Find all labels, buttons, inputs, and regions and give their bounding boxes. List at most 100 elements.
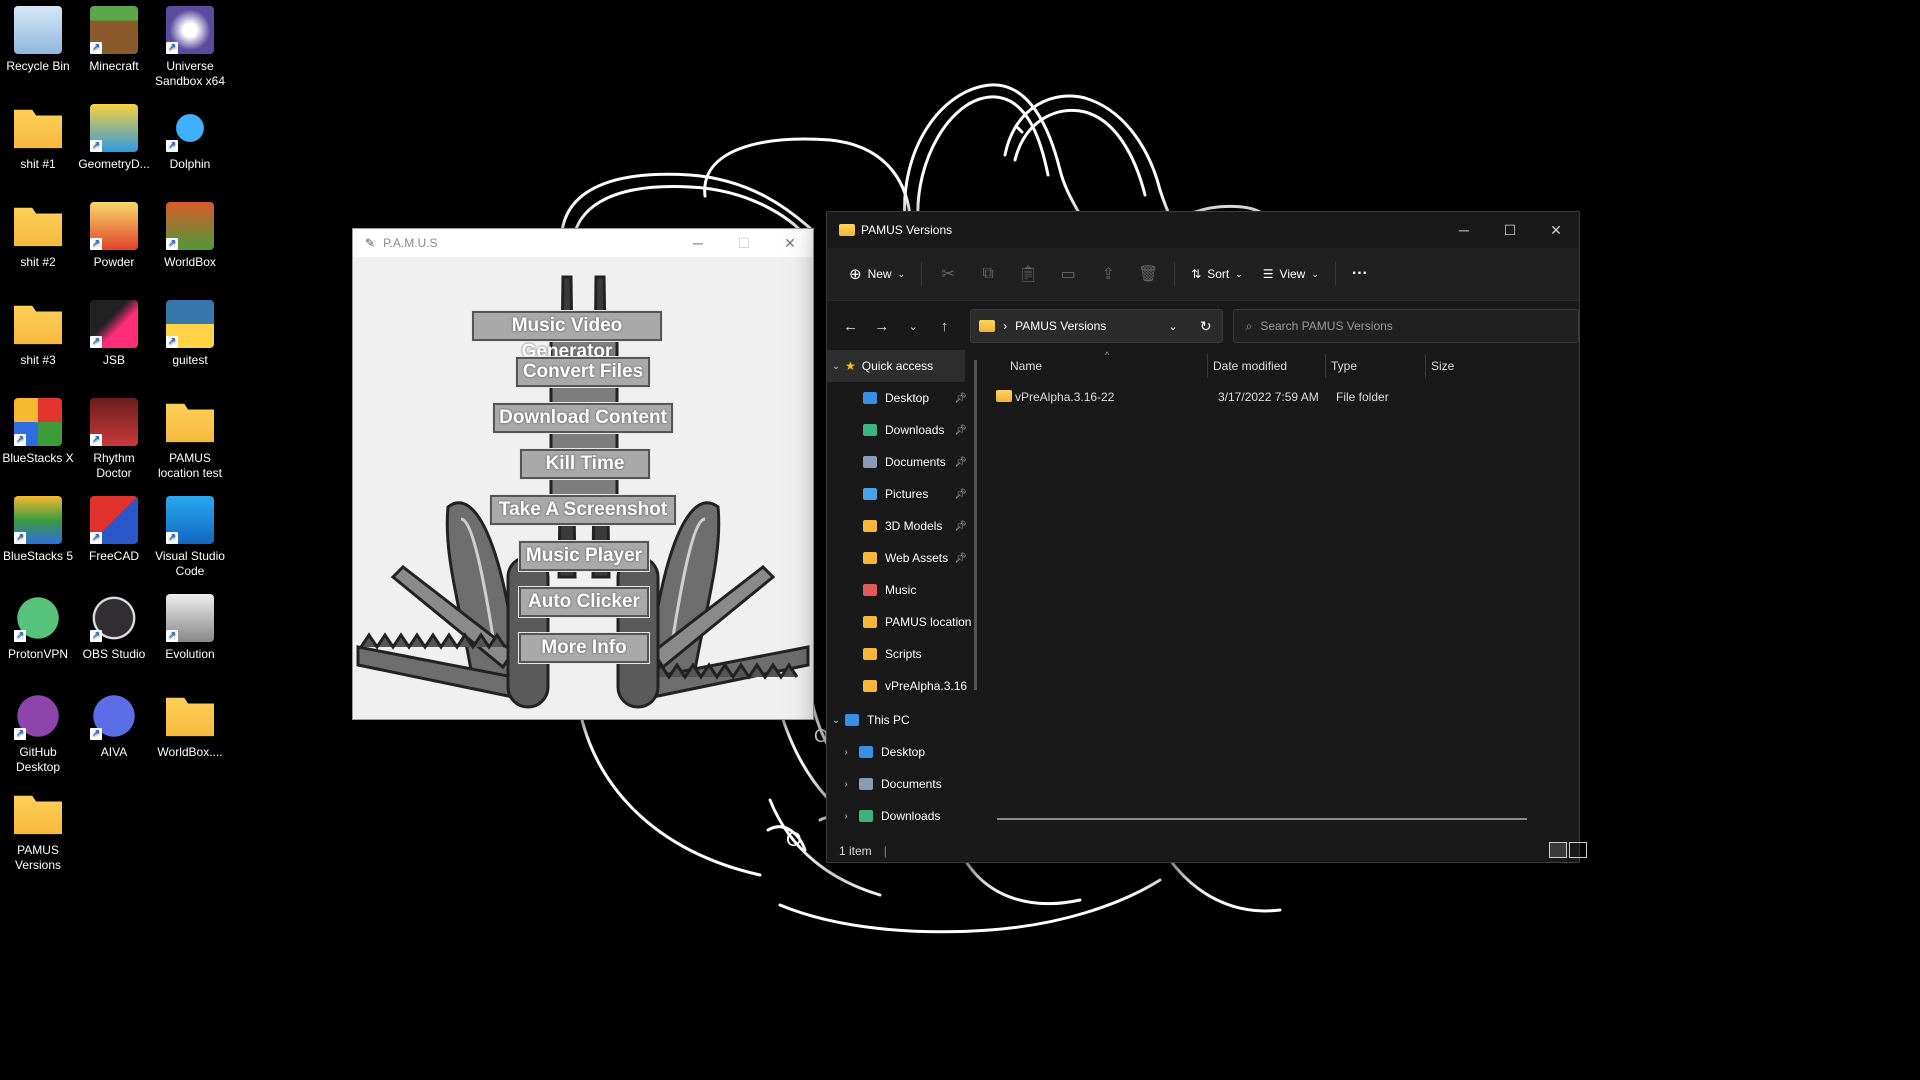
nav-item-desktop[interactable]: Desktop 📌︎ xyxy=(827,382,977,414)
desktop-icon-universe-sandbox-x64[interactable]: ↗ Universe Sandbox x64 xyxy=(151,0,229,89)
forward-arrow-icon[interactable]: → xyxy=(866,318,897,335)
close-button[interactable]: ✕ xyxy=(1533,212,1579,248)
desktop-icon-obs-studio[interactable]: ↗ OBS Studio xyxy=(75,588,153,662)
delete-icon[interactable]: 🗑︎ xyxy=(1128,264,1168,284)
desktop-icon-worldbox[interactable]: WorldBox.... xyxy=(151,686,229,760)
pamus-window[interactable]: ✎ P.A.M.U.S ─ ☐ ✕ Music Video Generator … xyxy=(352,228,814,720)
desktop-icon-label: Recycle Bin xyxy=(6,59,70,73)
chevron-down-icon[interactable]: ⌄ xyxy=(827,361,845,372)
nav-item-pc-downloads[interactable]: › Downloads xyxy=(827,800,977,832)
name-column-header[interactable]: Name xyxy=(1010,359,1042,373)
desktop-icon-geometryd[interactable]: ↗ GeometryD... xyxy=(75,98,153,172)
recent-chevron-icon[interactable]: ⌄ xyxy=(898,320,929,333)
nav-item-label: 3D Models xyxy=(885,519,943,533)
auto-clicker-button[interactable]: Auto Clicker xyxy=(518,586,650,618)
chevron-right-icon[interactable]: › xyxy=(837,811,855,822)
nav-item-documents[interactable]: Documents 📌︎ xyxy=(827,446,977,478)
desktop-icon-bluestacks-x[interactable]: ↗ BlueStacks X xyxy=(0,392,77,466)
maximize-button[interactable]: ☐ xyxy=(1487,212,1533,248)
nav-item-label: Desktop xyxy=(881,745,926,759)
view-button[interactable]: ☰ View ⌄ xyxy=(1253,261,1329,287)
explorer-window[interactable]: PAMUS Versions ─ ☐ ✕ ⊕ New ⌄ ✂ ⧉ 📋︎ ▭ ⇪ … xyxy=(826,211,1587,863)
chevron-right-icon[interactable]: › xyxy=(837,779,855,790)
new-label: New xyxy=(867,267,892,281)
pamus-titlebar[interactable]: ✎ P.A.M.U.S ─ ☐ ✕ xyxy=(353,229,813,257)
nav-item-web-assets[interactable]: Web Assets 📌︎ xyxy=(827,542,977,574)
desktop-icon-aiva[interactable]: ↗ AIVA xyxy=(75,686,153,760)
cut-icon[interactable]: ✂ xyxy=(928,264,968,284)
address-box[interactable]: › PAMUS Versions ⌄ ↻ xyxy=(970,309,1223,343)
rename-icon[interactable]: ▭ xyxy=(1048,264,1088,284)
minimize-button[interactable]: ─ xyxy=(1441,212,1487,248)
nav-item-scripts[interactable]: Scripts xyxy=(827,638,977,670)
folder-icon xyxy=(863,392,877,404)
desktop-icon-jsb[interactable]: ↗ JSB xyxy=(75,294,153,368)
nav-item-downloads[interactable]: Downloads 📌︎ xyxy=(827,414,977,446)
copy-icon[interactable]: ⧉ xyxy=(968,265,1008,283)
nav-item-3d-models[interactable]: 3D Models 📌︎ xyxy=(827,510,977,542)
desktop-icon-powder[interactable]: ↗ Powder xyxy=(75,196,153,270)
desktop-icon-worldbox[interactable]: ↗ WorldBox xyxy=(151,196,229,270)
desktop-icon-pamus-location-test[interactable]: PAMUS location test xyxy=(151,392,229,481)
this-pc-item[interactable]: ⌄ This PC xyxy=(827,704,977,736)
music-video-generator-button[interactable]: Music Video Generator xyxy=(471,310,663,362)
share-icon[interactable]: ⇪ xyxy=(1088,264,1128,284)
desktop-icon-protonvpn[interactable]: ↗ ProtonVPN xyxy=(0,588,77,662)
desktop-icon-pamus-versions[interactable]: PAMUS Versions xyxy=(0,784,77,873)
nav-item-pamus-location[interactable]: PAMUS location xyxy=(827,606,977,638)
maximize-button[interactable]: ☐ xyxy=(721,229,767,257)
desktop-icon-label: shit #1 xyxy=(20,157,56,171)
desktop-icon-evolution[interactable]: ↗ Evolution xyxy=(151,588,229,662)
back-arrow-icon[interactable]: ← xyxy=(835,318,866,335)
nav-item-pc-desktop[interactable]: › Desktop xyxy=(827,736,977,768)
paste-icon[interactable]: 📋︎ xyxy=(1008,264,1048,284)
download-content-button[interactable]: Download Content xyxy=(492,402,674,434)
desktop-icon-recycle-bin[interactable]: Recycle Bin xyxy=(0,0,77,74)
desktop-icon-shit-1[interactable]: shit #1 xyxy=(0,98,77,172)
up-arrow-icon[interactable]: ↑ xyxy=(929,318,960,335)
new-button[interactable]: ⊕ New ⌄ xyxy=(839,259,915,289)
take-a-screenshot-button[interactable]: Take A Screenshot xyxy=(489,494,677,526)
folder-icon xyxy=(839,224,855,236)
more-options-button[interactable]: ··· xyxy=(1342,259,1378,289)
date-column-header[interactable]: Date modified xyxy=(1213,359,1287,373)
desktop-icon-freecad[interactable]: ↗ FreeCAD xyxy=(75,490,153,564)
desktop-icon-visual-studio-code[interactable]: ↗ Visual Studio Code xyxy=(151,490,229,579)
type-column-header[interactable]: Type xyxy=(1331,359,1357,373)
shortcut-arrow-icon: ↗ xyxy=(90,630,102,642)
nav-item-pictures[interactable]: Pictures 📌︎ xyxy=(827,478,977,510)
desktop-icon-github-desktop[interactable]: ↗ GitHub Desktop xyxy=(0,686,77,775)
desktop-icon-minecraft[interactable]: ↗ Minecraft xyxy=(75,0,153,74)
close-button[interactable]: ✕ xyxy=(767,229,813,257)
sort-button[interactable]: ⇅ Sort ⌄ xyxy=(1181,261,1253,287)
details-view-icon[interactable] xyxy=(1549,842,1567,858)
horizontal-scrollbar[interactable] xyxy=(997,818,1527,820)
more-info-button[interactable]: More Info xyxy=(518,632,650,664)
desktop-icon-shit-3[interactable]: shit #3 xyxy=(0,294,77,368)
kill-time-button[interactable]: Kill Time xyxy=(519,448,651,480)
quick-access-item[interactable]: ⌄ ★ Quick access xyxy=(827,350,965,382)
folder-icon xyxy=(859,746,873,758)
desktop-icon-shit-2[interactable]: shit #2 xyxy=(0,196,77,270)
shortcut-arrow-icon: ↗ xyxy=(166,238,178,250)
search-box[interactable]: ⌕ Search PAMUS Versions xyxy=(1232,309,1579,343)
convert-files-button[interactable]: Convert Files xyxy=(515,356,651,388)
view-icon: ☰ xyxy=(1262,267,1274,281)
nav-item-pc-documents[interactable]: › Documents xyxy=(827,768,977,800)
desktop-icon-guitest[interactable]: ↗ guitest xyxy=(151,294,229,368)
large-icons-view-icon[interactable] xyxy=(1569,842,1587,858)
explorer-titlebar[interactable]: PAMUS Versions ─ ☐ ✕ xyxy=(827,212,1579,248)
desktop-icon-dolphin[interactable]: ↗ Dolphin xyxy=(151,98,229,172)
address-dropdown-icon[interactable]: ⌄ xyxy=(1168,320,1177,333)
file-row[interactable]: vPreAlpha.3.16-22 3/17/2022 7:59 AM File f… xyxy=(977,382,1577,412)
music-player-button[interactable]: Music Player xyxy=(518,540,650,572)
size-column-header[interactable]: Size xyxy=(1431,359,1454,373)
desktop-icon-bluestacks-5[interactable]: ↗ BlueStacks 5 xyxy=(0,490,77,564)
minimize-button[interactable]: ─ xyxy=(675,229,721,257)
chevron-right-icon[interactable]: › xyxy=(837,747,855,758)
refresh-icon[interactable]: ↻ xyxy=(1200,318,1212,335)
chevron-down-icon[interactable]: ⌄ xyxy=(827,715,845,726)
nav-item-vprealpha-3-16[interactable]: vPreAlpha.3.16 xyxy=(827,670,977,702)
desktop-icon-rhythm-doctor[interactable]: ↗ Rhythm Doctor xyxy=(75,392,153,481)
nav-item-music[interactable]: Music xyxy=(827,574,977,606)
